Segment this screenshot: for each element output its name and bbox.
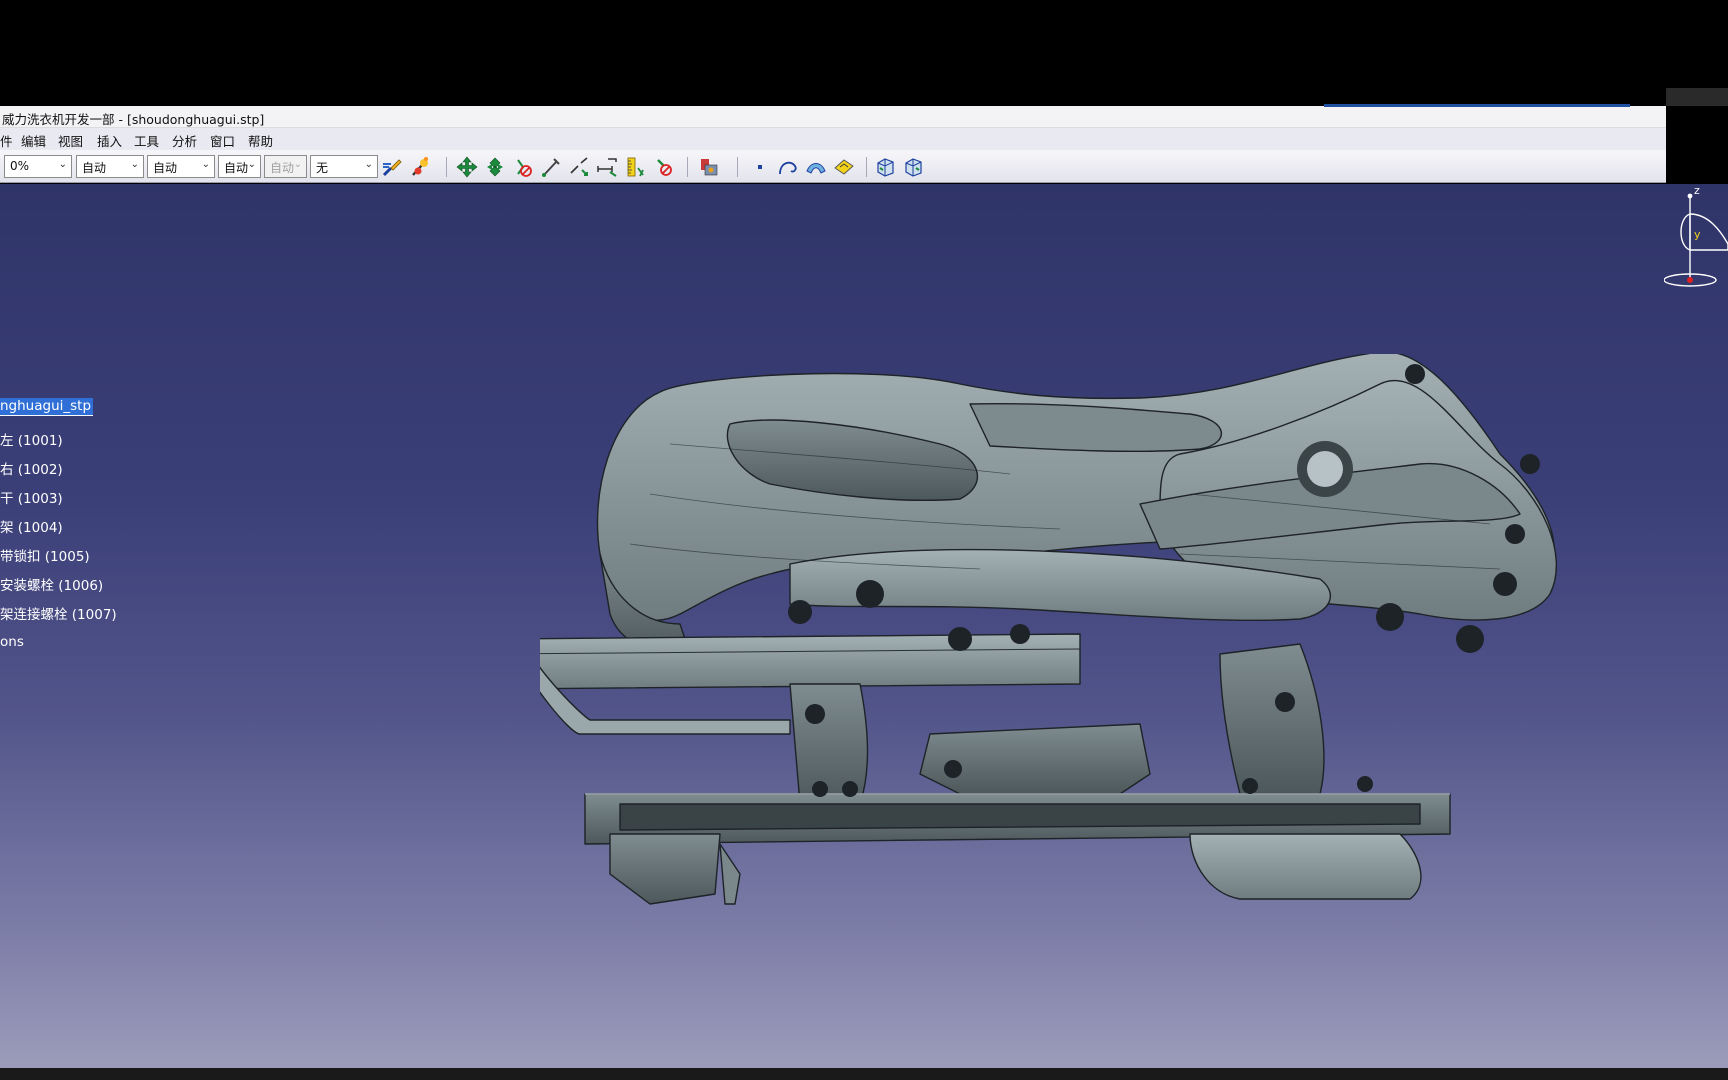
tree-item-1002[interactable]: 右 (1002) [0, 458, 63, 478]
window-title-bar: 威力洗衣机开发一部 - [shoudonghuagui.stp] [0, 106, 1666, 128]
no-measure-icon[interactable] [651, 155, 675, 179]
3d-viewport[interactable]: nghuagui_stp 左 (1001) 右 (1002) 干 (1003) … [0, 184, 1728, 1068]
fly-icon[interactable] [511, 155, 535, 179]
ruler-icon[interactable] [623, 155, 647, 179]
chevron-down-icon: ⌄ [130, 159, 139, 170]
style-combo-1[interactable]: 自动 ⌄ [76, 155, 144, 178]
letterbox-strip [1666, 88, 1728, 106]
tree-item-1004[interactable]: 架 (1004) [0, 516, 63, 536]
tree-root-node[interactable]: nghuagui_stp [0, 398, 94, 416]
tree-item-1003[interactable]: 干 (1003) [0, 487, 63, 507]
menu-file[interactable]: 件 [0, 131, 13, 150]
pan-icon[interactable] [455, 155, 479, 179]
compass-move-icon[interactable] [595, 155, 619, 179]
magic-wand-icon[interactable] [408, 155, 432, 179]
paint-brush-icon[interactable] [380, 155, 404, 179]
letterbox-top [0, 0, 1728, 106]
style-combo-4-value: 自动 [270, 161, 295, 175]
compass-y-label: y [1694, 228, 1701, 241]
point-icon[interactable] [748, 155, 772, 179]
tree-item-1001[interactable]: 左 (1001) [0, 429, 63, 449]
layer-combo[interactable]: 无 ⌄ [310, 155, 378, 178]
measure-icon[interactable] [539, 155, 563, 179]
chevron-down-icon: ⌄ [201, 159, 210, 170]
chevron-down-icon: ⌄ [58, 159, 67, 170]
snap-icon[interactable] [567, 155, 591, 179]
tree-item-1005[interactable]: 带锁扣 (1005) [0, 545, 90, 565]
window-title: 威力洗衣机开发一部 - [shoudonghuagui.stp] [2, 112, 265, 127]
catalog-icon[interactable] [697, 155, 721, 179]
menu-view[interactable]: 视图 [58, 131, 83, 150]
status-strip [0, 1068, 1728, 1080]
menu-analysis[interactable]: 分析 [172, 131, 197, 150]
view-icon[interactable] [874, 155, 898, 179]
title-accent-bar [1324, 104, 1630, 107]
seat-mechanism-model[interactable] [499, 351, 1720, 1004]
chevron-down-icon: ⌄ [364, 159, 373, 170]
toolbar-separator [687, 157, 688, 177]
style-combo-2[interactable]: 自动 ⌄ [147, 155, 215, 178]
compass-z-label: z [1694, 184, 1700, 197]
style-combo-1-value: 自动 [82, 161, 107, 175]
screen: 威力洗衣机开发一部 - [shoudonghuagui.stp] 件 编辑 视图… [0, 0, 1728, 1080]
menu-bar: 件 编辑 视图 插入 工具 分析 窗口 帮助 [0, 128, 1666, 150]
toolbar-separator [737, 157, 738, 177]
zoom-combo-value: 0% [10, 159, 30, 173]
toolbar: 0% ⌄ 自动 ⌄ 自动 ⌄ 自动 ⌄ 自动 ⌄ 无 ⌄ [0, 150, 1666, 183]
style-combo-3[interactable]: 自动 ⌄ [218, 155, 261, 178]
rotate-icon[interactable] [483, 155, 507, 179]
menu-window[interactable]: 窗口 [210, 131, 235, 150]
compass-icon[interactable]: z y [1663, 184, 1728, 300]
style-combo-2-value: 自动 [153, 161, 178, 175]
letterbox-right [1666, 106, 1728, 183]
menu-tools[interactable]: 工具 [134, 131, 159, 150]
chevron-down-icon: ⌄ [247, 159, 256, 170]
sketch-icon[interactable] [832, 155, 856, 179]
view-alt-icon[interactable] [902, 155, 926, 179]
tree-item-1006[interactable]: 安装螺栓 (1006) [0, 574, 103, 594]
style-combo-4[interactable]: 自动 ⌄ [264, 155, 307, 178]
menu-insert[interactable]: 插入 [97, 131, 122, 150]
surface-icon[interactable] [804, 155, 828, 179]
tree-item-1007[interactable]: 架连接螺栓 (1007) [0, 603, 117, 623]
curve-icon[interactable] [776, 155, 800, 179]
zoom-combo[interactable]: 0% ⌄ [4, 155, 72, 178]
menu-edit[interactable]: 编辑 [21, 131, 46, 150]
tree-item-applications[interactable]: ons [0, 634, 24, 650]
toolbar-separator [866, 157, 867, 177]
style-combo-3-value: 自动 [224, 161, 249, 175]
menu-help[interactable]: 帮助 [248, 131, 273, 150]
toolbar-separator [446, 157, 447, 177]
chevron-down-icon: ⌄ [293, 159, 302, 170]
layer-combo-value: 无 [316, 161, 329, 175]
